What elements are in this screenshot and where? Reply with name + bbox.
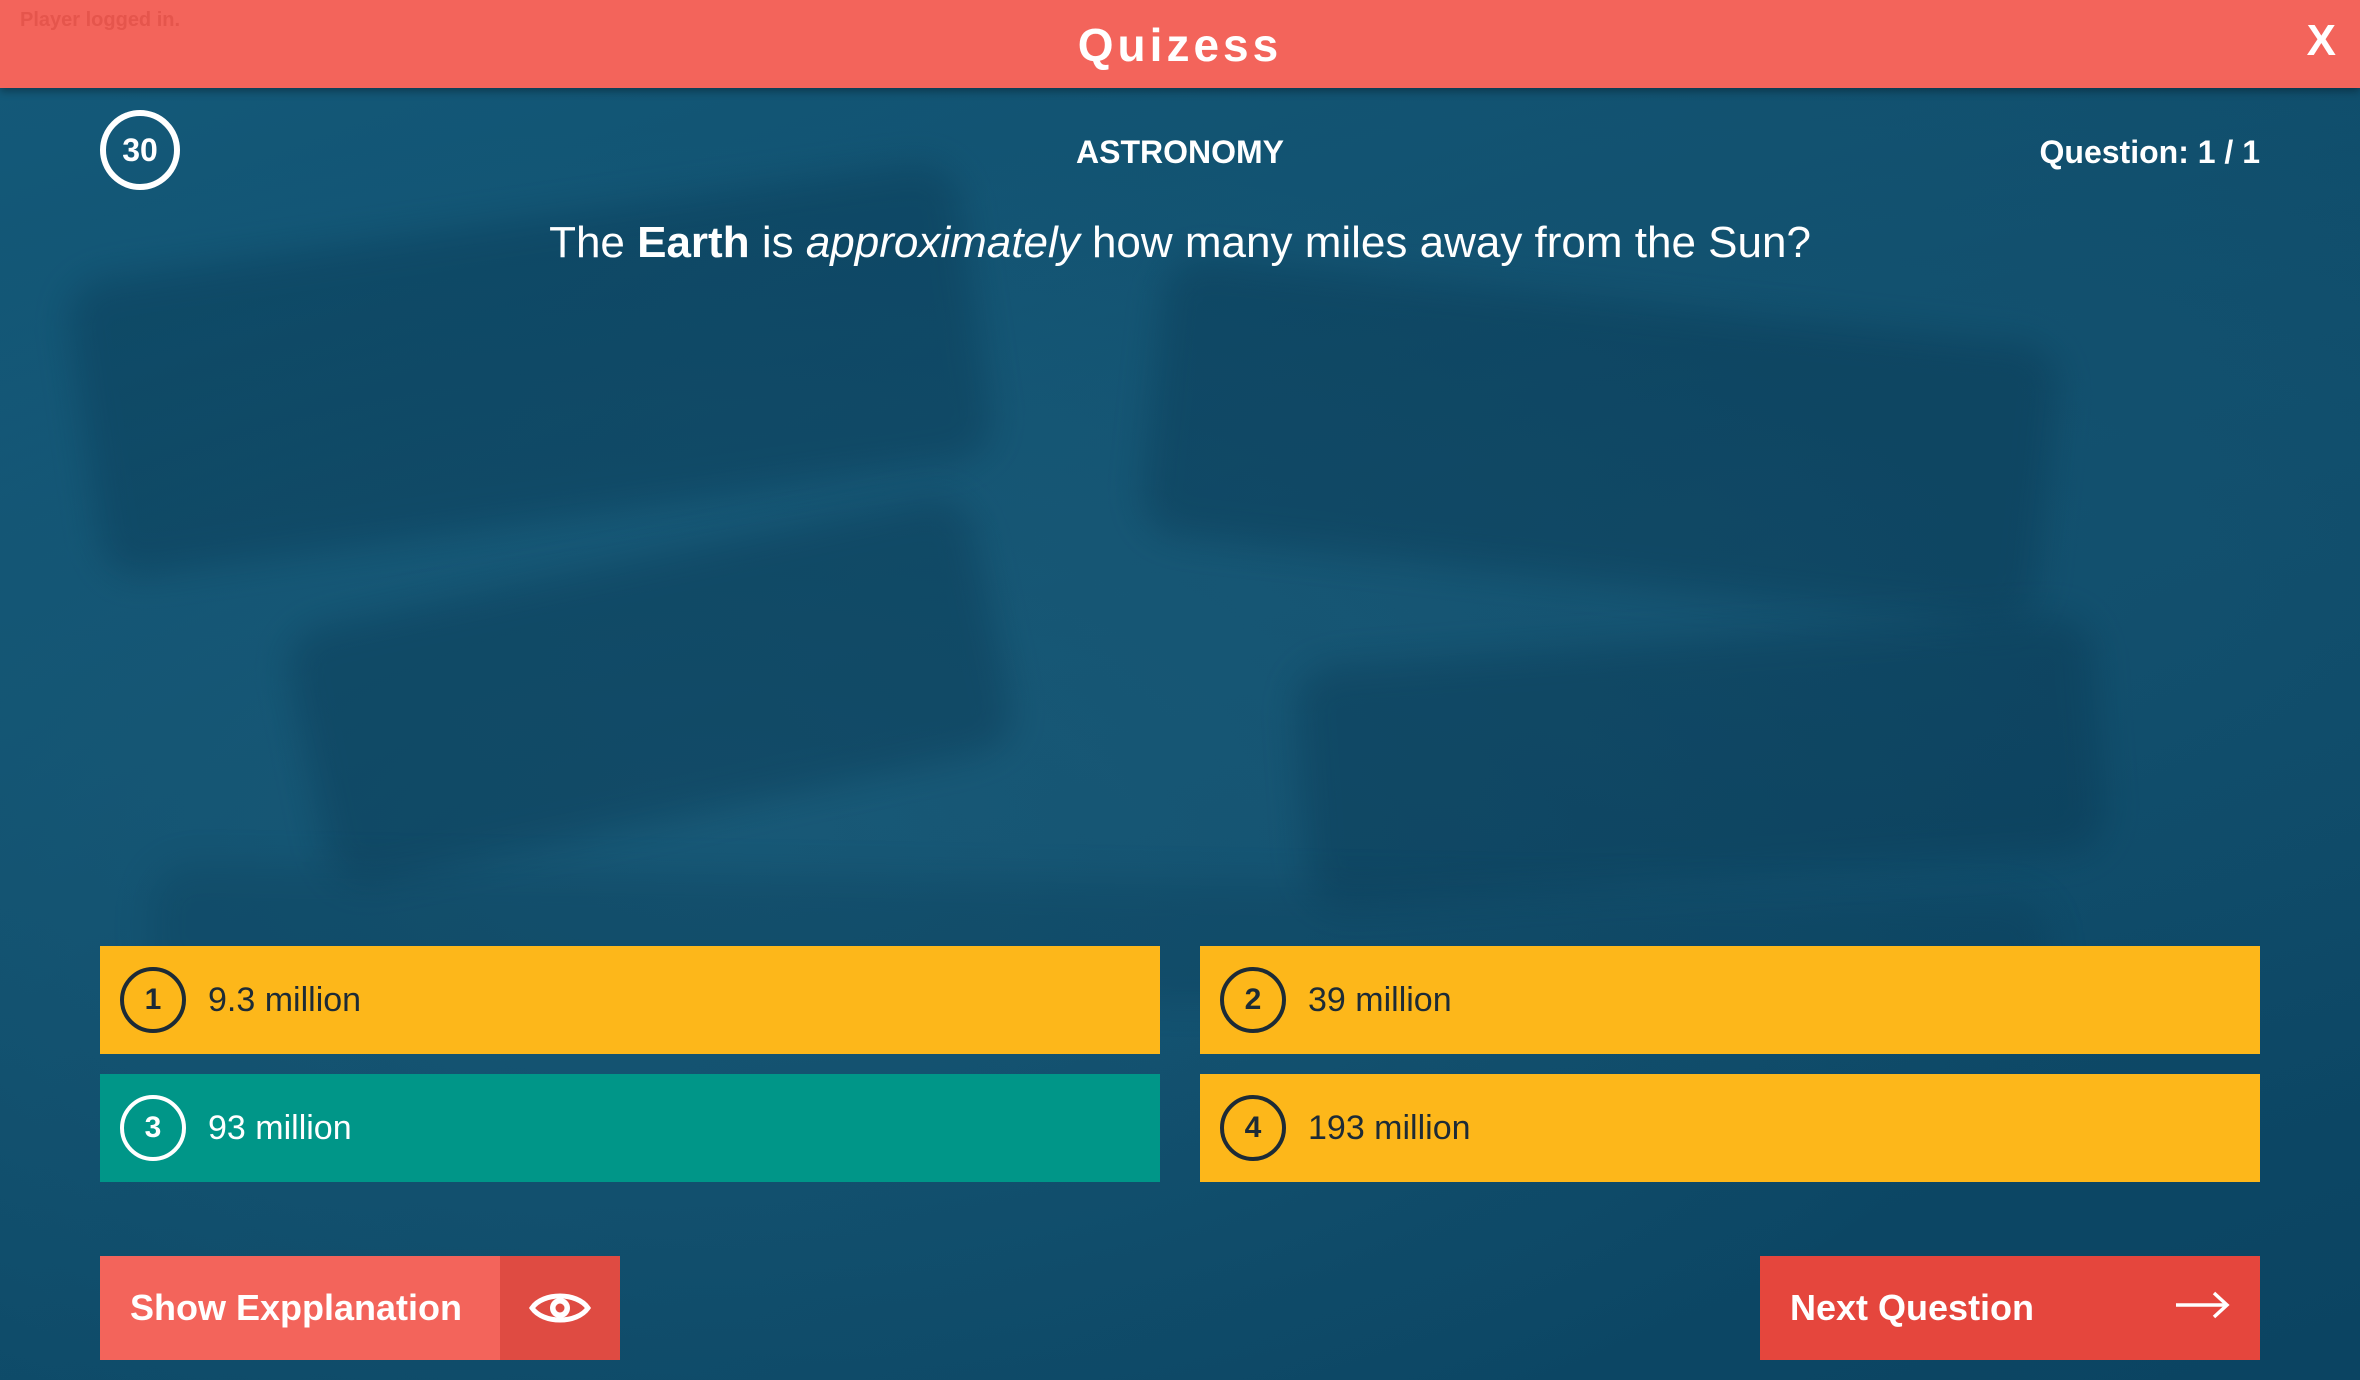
app-title: Quizess [1077,19,1283,71]
answer-number: 3 [120,1095,186,1161]
answer-number: 2 [1220,967,1286,1033]
answer-label: 39 million [1308,980,1452,1019]
answer-label: 93 million [208,1108,352,1147]
category-label: ASTRONOMY [1076,134,1284,170]
answer-number: 1 [120,967,186,1033]
header-bar: Player logged in. Quizess X [0,0,2360,88]
next-question-button[interactable]: Next Question [1760,1256,2260,1360]
next-question-label: Next Question [1790,1287,2035,1328]
question-italic-word: approximately [805,218,1080,267]
answer-label: 9.3 million [208,980,362,1019]
close-button[interactable]: X [2307,16,2336,66]
question-counter: Question: 1 / 1 [2039,134,2260,170]
eye-icon [500,1256,620,1360]
answer-number: 4 [1220,1095,1286,1161]
answer-option-3[interactable]: 3 93 million [100,1074,1160,1182]
answer-option-1[interactable]: 1 9.3 million [100,946,1160,1054]
question-text: The Earth is approximately how many mile… [549,218,1811,267]
question-bold-word: Earth [637,218,750,267]
answer-option-2[interactable]: 2 39 million [1200,946,2260,1054]
arrow-right-icon [2174,1287,2230,1329]
show-explanation-label: Show Expplanation [100,1256,500,1360]
answer-label: 193 million [1308,1108,1471,1147]
show-explanation-button[interactable]: Show Expplanation [100,1256,620,1360]
answer-option-4[interactable]: 4 193 million [1200,1074,2260,1182]
